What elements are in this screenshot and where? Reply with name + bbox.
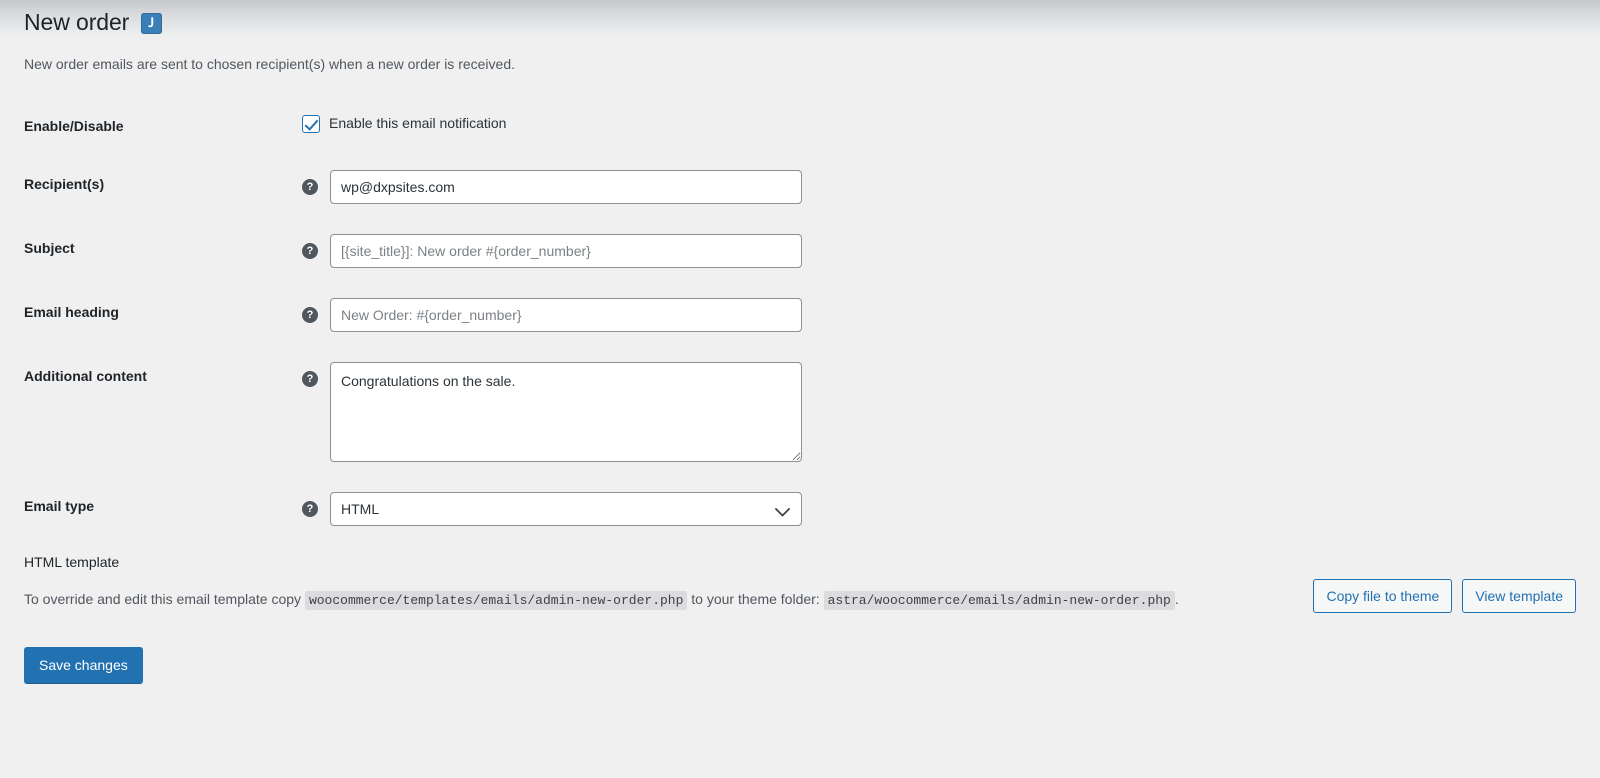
form-row-subject: Subject ? xyxy=(24,219,1576,283)
help-tip-icon[interactable]: ? xyxy=(302,307,318,324)
label-email-type: Email type xyxy=(24,498,95,515)
form-row-email-heading: Email heading ? xyxy=(24,283,1576,347)
form-row-additional-content: Additional content ? Congratulations on … xyxy=(24,347,1576,477)
page-title: New order xyxy=(24,9,130,36)
enable-email-checkbox[interactable] xyxy=(302,114,320,133)
submit-row: Save changes xyxy=(24,646,1576,684)
recipients-input[interactable] xyxy=(330,170,802,205)
copy-file-to-theme-button[interactable]: Copy file to theme xyxy=(1313,579,1453,614)
template-text-middle: to your theme folder: xyxy=(691,590,820,607)
additional-content-textarea[interactable]: Congratulations on the sale. xyxy=(330,362,802,463)
help-tip-icon[interactable]: ? xyxy=(302,371,318,388)
save-changes-button[interactable]: Save changes xyxy=(24,646,143,684)
enable-checkbox-row[interactable]: Enable this email notification xyxy=(302,112,1566,134)
page-header: New order xyxy=(24,0,1576,38)
help-tip-icon[interactable]: ? xyxy=(302,179,318,196)
label-email-heading: Email heading xyxy=(24,304,119,321)
source-template-path: woocommerce/templates/emails/admin-new-o… xyxy=(304,590,688,610)
template-text-after: . xyxy=(1174,590,1179,607)
view-template-button[interactable]: View template xyxy=(1462,579,1576,614)
label-recipients: Recipient(s) xyxy=(24,176,105,193)
target-template-path: astra/woocommerce/emails/admin-new-order… xyxy=(823,590,1175,610)
html-template-heading: HTML template xyxy=(24,554,120,571)
form-row-recipients: Recipient(s) ? xyxy=(24,155,1576,219)
form-row-email-type: Email type ? HTML xyxy=(24,477,1576,541)
template-text-before: To override and edit this email template… xyxy=(24,590,302,607)
email-type-select[interactable]: HTML xyxy=(330,492,802,527)
email-heading-input[interactable] xyxy=(330,298,802,333)
label-subject: Subject xyxy=(24,240,75,257)
help-tip-icon[interactable]: ? xyxy=(302,243,318,260)
subject-input[interactable] xyxy=(330,234,802,269)
label-additional-content: Additional content xyxy=(24,368,147,385)
enable-checkbox-label[interactable]: Enable this email notification xyxy=(329,114,506,134)
page-description: New order emails are sent to chosen reci… xyxy=(24,56,516,72)
form-row-enable: Enable/Disable Enable this email notific… xyxy=(24,97,1576,155)
html-template-description: To override and edit this email template… xyxy=(24,587,1214,613)
help-tip-icon[interactable]: ? xyxy=(302,501,318,518)
html-template-section: HTML template To override and edit this … xyxy=(24,553,1576,614)
label-enable-disable: Enable/Disable xyxy=(24,118,124,134)
email-settings-form: Enable/Disable Enable this email notific… xyxy=(24,97,1576,541)
template-action-buttons: Copy file to theme View template xyxy=(1313,579,1576,614)
settings-page: New order New order emails are sent to c… xyxy=(0,0,1600,684)
woocommerce-hook-icon xyxy=(141,12,163,34)
